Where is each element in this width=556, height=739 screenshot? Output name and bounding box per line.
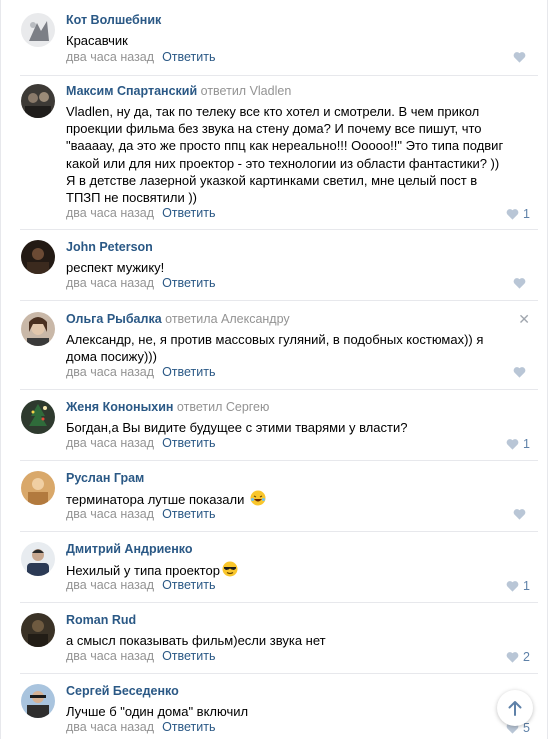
comment-divider bbox=[20, 673, 538, 674]
comment-meta: два часа назад Ответить bbox=[66, 50, 216, 64]
comment-text: терминатора лутше показали bbox=[66, 490, 506, 508]
reply-to-label[interactable]: ответила Александру bbox=[165, 312, 290, 326]
comment-author[interactable]: Ольга Рыбалка ответила Александру bbox=[66, 312, 290, 326]
avatar[interactable] bbox=[21, 312, 55, 346]
like-button[interactable]: 1 bbox=[506, 207, 530, 221]
heart-icon bbox=[513, 367, 526, 378]
comment-time[interactable]: два часа назад bbox=[66, 507, 154, 521]
comment-time[interactable]: два часа назад bbox=[66, 206, 154, 220]
like-count: 1 bbox=[523, 437, 530, 451]
arrow-up-icon bbox=[508, 701, 522, 716]
avatar[interactable] bbox=[21, 400, 55, 434]
comment-meta: два часа назад Ответить bbox=[66, 720, 216, 734]
reply-button[interactable]: Ответить bbox=[162, 436, 215, 450]
avatar[interactable] bbox=[21, 13, 55, 47]
like-button[interactable] bbox=[513, 277, 530, 289]
comment-text: Богдан,а Вы видите будущее с этими тваря… bbox=[66, 420, 408, 435]
comment-time[interactable]: два часа назад bbox=[66, 365, 154, 379]
like-button[interactable]: 2 bbox=[506, 650, 530, 664]
heart-icon bbox=[506, 209, 519, 220]
avatar[interactable] bbox=[21, 542, 55, 576]
like-count: 2 bbox=[523, 650, 530, 664]
avatar[interactable] bbox=[21, 613, 55, 647]
reply-button[interactable]: Ответить bbox=[162, 206, 215, 220]
reply-to-label[interactable]: ответил Vladlen bbox=[201, 84, 292, 98]
like-button[interactable] bbox=[513, 508, 530, 520]
comment-time[interactable]: два часа назад bbox=[66, 436, 154, 450]
heart-icon bbox=[513, 52, 526, 63]
reply-button[interactable]: Ответить bbox=[162, 578, 215, 592]
comment-text: Александр, не, я против массовых гуляний… bbox=[66, 332, 484, 365]
reply-button[interactable]: Ответить bbox=[162, 649, 215, 663]
comment-text: Лучше б "один дома" включил bbox=[66, 704, 249, 719]
comment-time[interactable]: два часа назад bbox=[66, 578, 154, 592]
comment-time[interactable]: два часа назад bbox=[66, 50, 154, 64]
reply-button[interactable]: Ответить bbox=[162, 365, 215, 379]
comment-meta: два часа назад Ответить bbox=[66, 365, 216, 379]
like-count: 1 bbox=[523, 207, 530, 221]
comment-author[interactable]: John Peterson bbox=[66, 240, 153, 254]
comment-divider bbox=[20, 531, 538, 532]
comment-meta: два часа назад Ответить bbox=[66, 436, 216, 450]
comment-author[interactable]: Кот Волшебник bbox=[66, 13, 161, 27]
sunglasses-emoji-icon bbox=[222, 561, 238, 577]
comment-divider bbox=[20, 389, 538, 390]
right-border bbox=[547, 0, 548, 739]
avatar[interactable] bbox=[21, 684, 55, 718]
scroll-top-button[interactable] bbox=[497, 690, 533, 726]
avatar[interactable] bbox=[21, 240, 55, 274]
comment-author[interactable]: Roman Rud bbox=[66, 613, 136, 627]
comment-meta: два часа назад Ответить bbox=[66, 507, 216, 521]
comment-meta: два часа назад Ответить bbox=[66, 578, 216, 592]
comment-text: респект мужику! bbox=[66, 260, 165, 275]
avatar[interactable] bbox=[21, 84, 55, 118]
comment-meta: два часа назад Ответить bbox=[66, 649, 216, 663]
heart-icon bbox=[506, 439, 519, 450]
reply-button[interactable]: Ответить bbox=[162, 50, 215, 64]
heart-icon bbox=[513, 278, 526, 289]
comment-meta: два часа назад Ответить bbox=[66, 206, 216, 220]
reply-to-label[interactable]: ответил Сергею bbox=[177, 400, 269, 414]
comment-time[interactable]: два часа назад bbox=[66, 649, 154, 663]
comment-divider bbox=[20, 75, 538, 76]
comment-divider bbox=[20, 602, 538, 603]
reply-button[interactable]: Ответить bbox=[162, 720, 215, 734]
like-count: 1 bbox=[523, 579, 530, 593]
comment-author[interactable]: Женя Кононыхин ответил Сергею bbox=[66, 400, 269, 414]
comment-text: а смысл показывать фильм)если звука нет bbox=[66, 633, 326, 648]
comment-divider bbox=[20, 300, 538, 301]
reply-button[interactable]: Ответить bbox=[162, 276, 215, 290]
like-button[interactable]: 1 bbox=[506, 579, 530, 593]
comment-divider bbox=[20, 229, 538, 230]
comment-meta: два часа назад Ответить bbox=[66, 276, 216, 290]
comment-text: Нехилый у типа проектор bbox=[66, 561, 506, 579]
reply-button[interactable]: Ответить bbox=[162, 507, 215, 521]
like-button[interactable]: 1 bbox=[506, 437, 530, 451]
comment-text: Vladlen, ну да, так по телеку все кто хо… bbox=[66, 104, 504, 206]
heart-icon bbox=[506, 581, 519, 592]
comment-author[interactable]: Сергей Беседенко bbox=[66, 684, 179, 698]
comment-divider bbox=[20, 460, 538, 461]
like-button[interactable] bbox=[513, 51, 530, 63]
like-button[interactable] bbox=[513, 366, 530, 378]
comment-author[interactable]: Максим Спартанский ответил Vladlen bbox=[66, 84, 291, 98]
comment-author[interactable]: Руслан Грам bbox=[66, 471, 144, 485]
avatar[interactable] bbox=[21, 471, 55, 505]
heart-icon bbox=[506, 652, 519, 663]
comment-time[interactable]: два часа назад bbox=[66, 720, 154, 734]
close-icon[interactable]: ✕ bbox=[518, 312, 530, 326]
comment-author[interactable]: Дмитрий Андриенко bbox=[66, 542, 193, 556]
left-border bbox=[0, 0, 1, 739]
comment-text: Красавчик bbox=[66, 33, 128, 48]
comment-time[interactable]: два часа назад bbox=[66, 276, 154, 290]
laughing-emoji-icon bbox=[250, 490, 266, 506]
heart-icon bbox=[513, 509, 526, 520]
